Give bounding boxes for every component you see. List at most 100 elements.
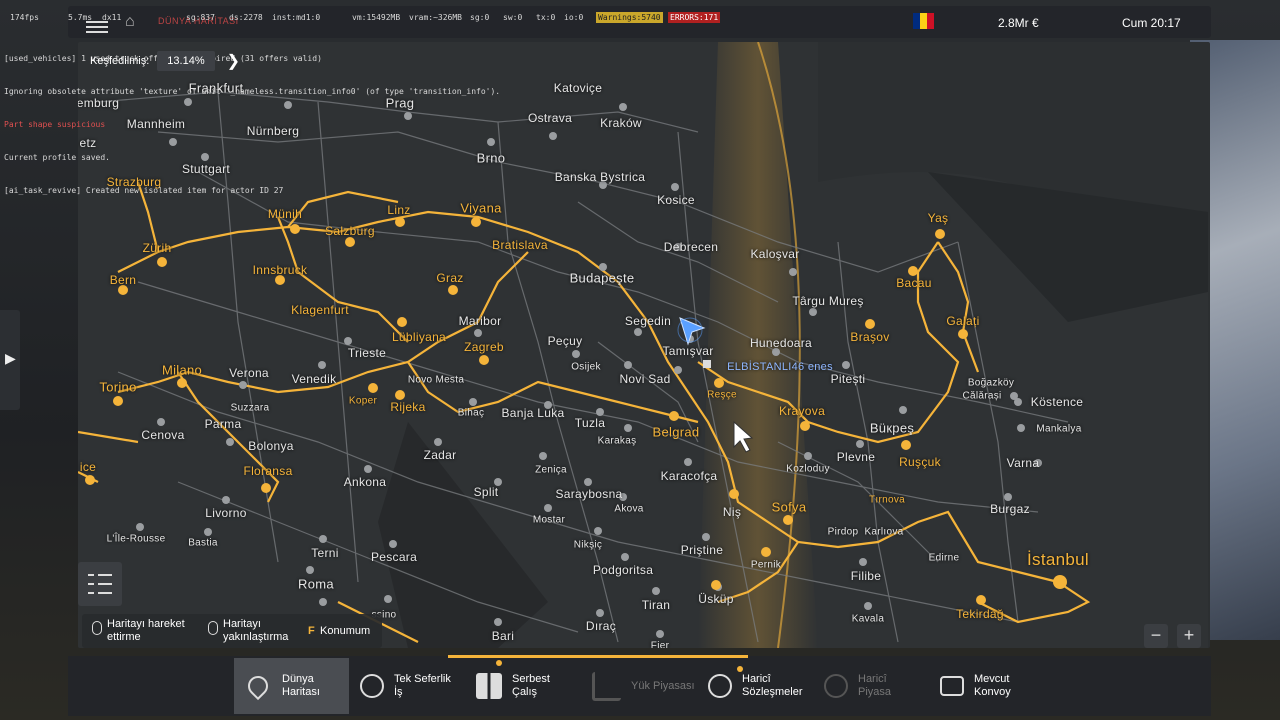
city-label: Pirdop bbox=[827, 526, 859, 538]
side-panel-toggle[interactable]: ▶ bbox=[0, 310, 20, 410]
log-line: [ai_task_revive] Created new isolated it… bbox=[4, 186, 284, 195]
hint-zoom-line2: yakınlaştırma bbox=[223, 631, 289, 643]
log-line: Part shape suspicious bbox=[4, 120, 106, 129]
city-label: Bastia bbox=[188, 537, 218, 549]
zoom-in-button[interactable]: + bbox=[1177, 624, 1201, 648]
city-label: L'Île-Rousse bbox=[106, 533, 166, 545]
city-label: Edirne bbox=[928, 552, 960, 564]
city-label: Parma bbox=[204, 417, 242, 431]
tab-label: Mevcut bbox=[974, 673, 1010, 685]
city-label: Bern bbox=[109, 273, 137, 287]
tab-label: Serbest bbox=[512, 673, 550, 685]
city-label: Galați bbox=[946, 314, 980, 328]
explored-indicator: Keşfedilmiş: 13.14% ❯ bbox=[90, 50, 240, 72]
tab-label: Haritası bbox=[282, 686, 320, 698]
city-label: Filibe bbox=[850, 569, 882, 583]
tab-convoy[interactable]: Mevcut Konvoy bbox=[940, 658, 1011, 714]
city-label: Zadar bbox=[423, 448, 457, 462]
hint-position-label: Konumum bbox=[320, 625, 371, 637]
city-label: Köstence bbox=[1030, 395, 1084, 409]
city-label: Niş bbox=[722, 505, 742, 519]
log-line: [used_vehicles] 1 used truck offers have… bbox=[4, 54, 322, 63]
tab-freelance[interactable]: Serbest Çalış bbox=[476, 658, 550, 714]
city-label: İstanbul bbox=[1027, 550, 1089, 569]
tab-single-job[interactable]: Tek Seferlik İş bbox=[360, 658, 451, 714]
tab-label: Konvoy bbox=[974, 686, 1011, 698]
log-line: Current profile saved. bbox=[4, 153, 110, 162]
tab-label: Yük Piyasası bbox=[631, 679, 695, 692]
vram-readout: vram:~326MB bbox=[409, 13, 462, 22]
city-label: Belgrad bbox=[652, 424, 700, 440]
mouse-icon bbox=[92, 621, 102, 635]
city-label: Târgu Mureş bbox=[792, 294, 864, 308]
city-label: Varna bbox=[1006, 456, 1040, 470]
chevron-right-icon[interactable]: ❯ bbox=[227, 51, 240, 71]
city-label: Bratislava bbox=[492, 238, 548, 252]
city-label: Karakaş bbox=[597, 435, 637, 447]
city-label: Karacofça bbox=[660, 469, 718, 483]
city-label: Segedin bbox=[624, 314, 672, 328]
tab-label: Piyasa bbox=[858, 686, 892, 698]
city-label: Novo Mesta bbox=[407, 374, 465, 386]
clock-icon bbox=[360, 674, 384, 698]
city-label: Osijek bbox=[571, 361, 601, 373]
city-label: Suzzara bbox=[230, 402, 270, 414]
tab-label: Çalış bbox=[512, 686, 538, 698]
tab-external-contracts[interactable]: Haricî Sözleşmeler bbox=[708, 658, 803, 714]
city-label: Debrecen bbox=[663, 240, 719, 254]
tab-label: Haricî bbox=[858, 673, 887, 685]
city-label: Innsbruck bbox=[252, 263, 308, 277]
tab-label: Dünya bbox=[282, 673, 314, 685]
city-label: Venedik bbox=[291, 372, 337, 386]
dx-readout: dx11 bbox=[102, 13, 122, 22]
city-label: Pitești bbox=[830, 372, 866, 386]
city-label: Terni bbox=[311, 546, 339, 560]
city-label: Roma bbox=[298, 576, 334, 592]
city-label: Kosice bbox=[657, 193, 695, 207]
tx-readout: tx:0 bbox=[536, 13, 556, 22]
city-label: Livorno bbox=[205, 506, 247, 520]
zoom-out-button[interactable]: − bbox=[1144, 624, 1168, 648]
city-label: Split bbox=[473, 485, 499, 499]
city-label: Zeniça bbox=[535, 464, 567, 476]
city-label: Tuzla bbox=[574, 416, 606, 430]
city-label: Reşçe bbox=[707, 389, 737, 401]
globe-icon bbox=[708, 674, 732, 698]
control-hints: Haritayı hareket ettirme Haritayı yakınlaş… bbox=[82, 614, 382, 648]
frametime-readout: 5.7ms bbox=[68, 13, 93, 22]
city-label: Kozloduy bbox=[786, 463, 830, 475]
city-label: Ankona bbox=[343, 475, 387, 489]
city-label: Burgaz bbox=[990, 502, 1030, 516]
tab-cargo-market[interactable]: Yük Piyasası bbox=[592, 658, 695, 714]
boxes-icon bbox=[476, 673, 502, 699]
tab-world-map[interactable]: Dünya Haritası bbox=[234, 658, 349, 714]
tab-external-market[interactable]: Haricî Piyasa bbox=[824, 658, 891, 714]
vm-readout: vm:15492MB bbox=[352, 13, 401, 22]
city-label: Tırnova bbox=[868, 494, 906, 506]
freelance-dot bbox=[496, 660, 502, 666]
city-label: Koper bbox=[348, 395, 378, 407]
city-label: Tekirdağ bbox=[956, 607, 1004, 621]
city-label: Lübliyana bbox=[391, 330, 447, 344]
city-label: Salzburg bbox=[325, 224, 375, 238]
city-label: Ruşçuk bbox=[899, 455, 941, 469]
city-label: Karlıova bbox=[864, 526, 904, 538]
city-label: Torino bbox=[99, 379, 137, 395]
city-label: Milano bbox=[161, 362, 203, 378]
map-icon bbox=[243, 671, 273, 701]
fps-readout: 174fps bbox=[10, 13, 39, 22]
mouse-icon bbox=[208, 621, 218, 635]
map-legend-button[interactable] bbox=[78, 562, 122, 606]
city-label: Hunedoara bbox=[749, 336, 813, 350]
hint-zoom-line1: Haritayı bbox=[223, 618, 261, 630]
city-label: Fier bbox=[650, 640, 670, 649]
city-label: Priştine bbox=[680, 543, 724, 557]
city-label: Banja Luka bbox=[501, 406, 565, 420]
city-label: Braşov bbox=[850, 330, 890, 344]
contracts-dot bbox=[737, 666, 743, 672]
city-label: Peçuy bbox=[547, 334, 583, 348]
city-label: Trieste bbox=[347, 346, 387, 360]
city-label: Bihaç bbox=[457, 407, 485, 419]
debug-overlay: 174fps 5.7ms dx11 sg:837 ds:2278 inst:md… bbox=[0, 0, 721, 195]
city-label: Plevne bbox=[836, 450, 876, 464]
